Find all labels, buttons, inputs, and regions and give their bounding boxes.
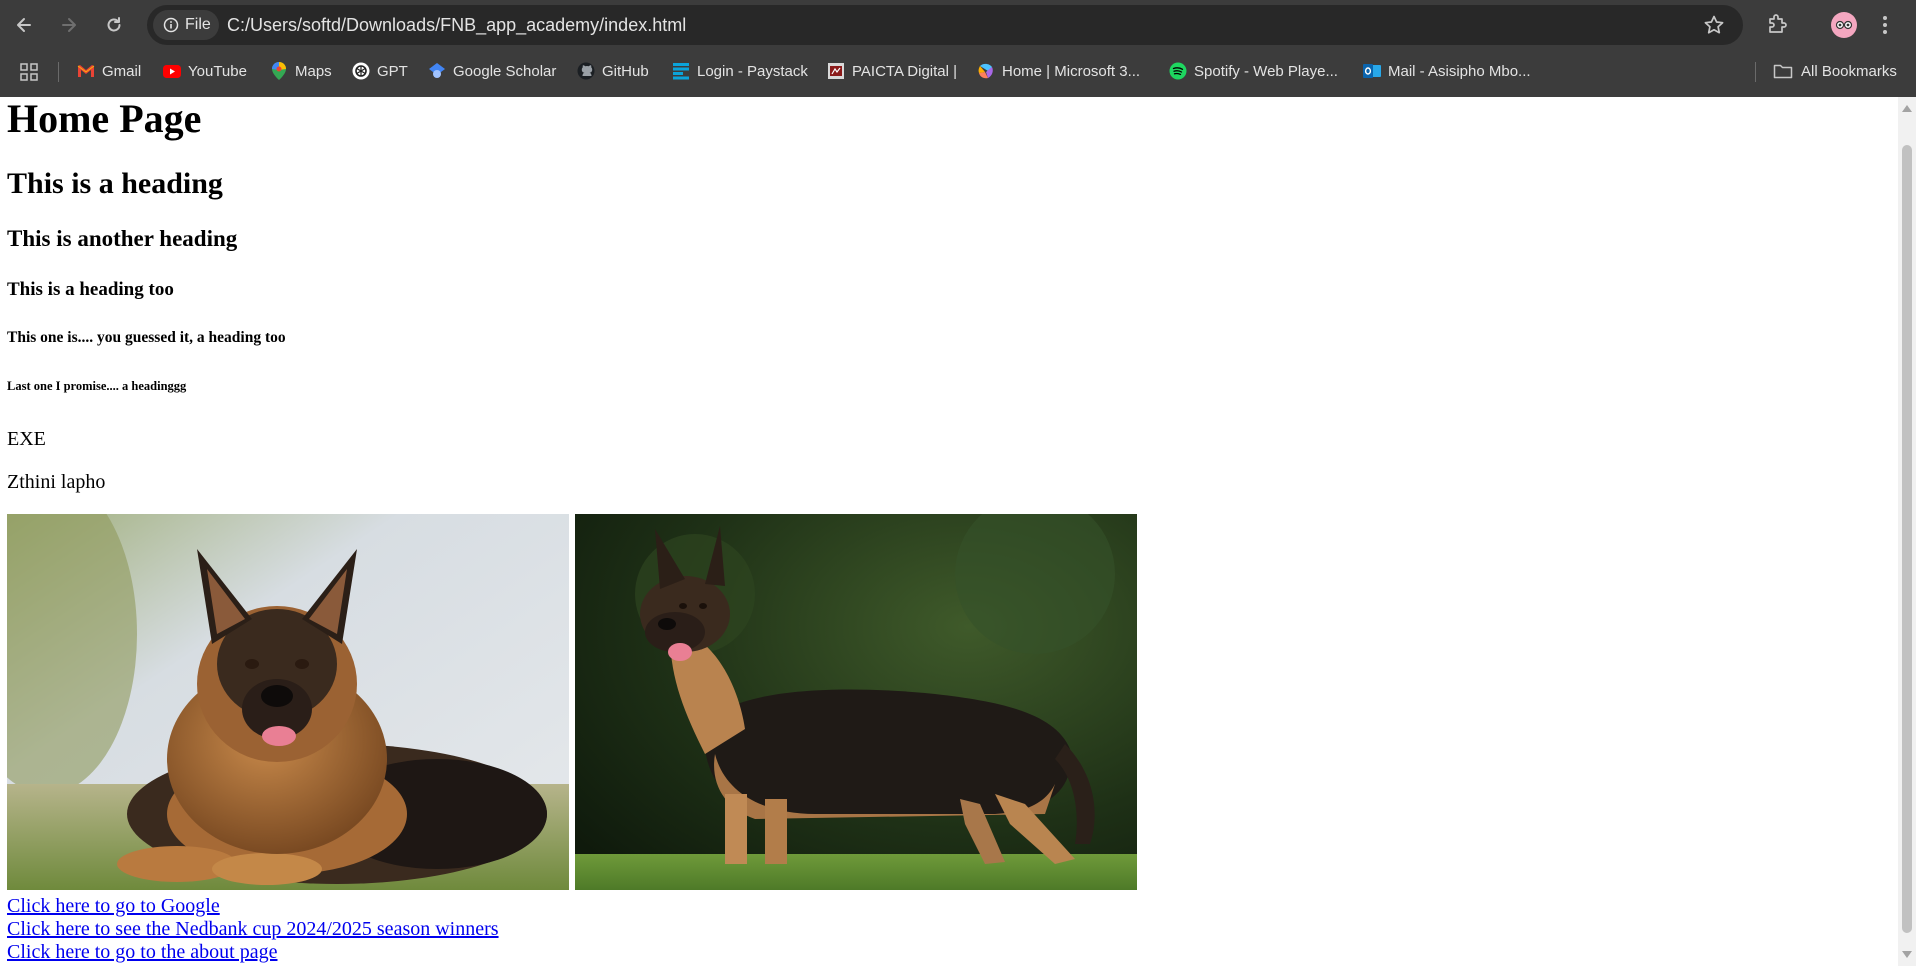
profile-avatar[interactable] bbox=[1831, 12, 1857, 38]
bookmark-label: GitHub bbox=[602, 62, 649, 80]
apps-grid-icon[interactable] bbox=[19, 62, 39, 82]
bookmark-label: Home | Microsoft 3... bbox=[1002, 62, 1141, 80]
bookmarks-bar: Gmail YouTube Maps GPT Google Scholar Gi… bbox=[0, 56, 1916, 86]
bookmark-gpt[interactable]: GPT bbox=[352, 58, 408, 84]
all-bookmarks-label: All Bookmarks bbox=[1801, 62, 1897, 80]
bookmark-label: Gmail bbox=[102, 62, 142, 80]
browser-menu-button[interactable] bbox=[1878, 12, 1892, 38]
bookmark-label: YouTube bbox=[188, 62, 247, 80]
bookmark-label: Login - Paystack bbox=[697, 62, 808, 80]
more-vertical-icon bbox=[1883, 16, 1887, 34]
site-info-chip[interactable]: File bbox=[153, 10, 219, 40]
scroll-up-arrow-icon[interactable] bbox=[1902, 105, 1912, 112]
outlook-icon bbox=[1363, 62, 1381, 80]
bookmark-paystack[interactable]: Login - Paystack bbox=[672, 58, 808, 84]
openai-icon bbox=[352, 62, 370, 80]
maps-icon bbox=[270, 62, 288, 80]
german-shepherd-standing-image bbox=[575, 514, 1137, 890]
bookmark-label: PAICTA Digital | bbox=[852, 62, 958, 80]
gmail-icon bbox=[77, 62, 95, 80]
star-icon bbox=[1704, 15, 1724, 34]
extensions-button[interactable] bbox=[1765, 11, 1793, 39]
bookmark-outlook-mail[interactable]: Mail - Asisipho Mbo... bbox=[1363, 58, 1531, 84]
page-title: Home Page bbox=[7, 96, 202, 141]
youtube-icon bbox=[163, 62, 181, 80]
heading-5: This one is.... you guessed it, a headin… bbox=[7, 329, 286, 346]
back-button[interactable] bbox=[10, 11, 38, 39]
bookmark-gmail[interactable]: Gmail bbox=[77, 58, 141, 84]
puzzle-icon bbox=[1769, 14, 1787, 33]
bookmark-label: Spotify - Web Playe... bbox=[1194, 62, 1338, 80]
bookmark-star-button[interactable] bbox=[1703, 14, 1725, 36]
scroll-thumb[interactable] bbox=[1902, 145, 1912, 933]
info-icon bbox=[163, 17, 179, 33]
heading-4: This is a heading too bbox=[7, 279, 174, 300]
bookmark-maps[interactable]: Maps bbox=[270, 58, 332, 84]
link-nedbank-cup-winners[interactable]: Click here to see the Nedbank cup 2024/2… bbox=[7, 918, 499, 941]
paicta-icon bbox=[827, 62, 845, 80]
link-google[interactable]: Click here to go to Google bbox=[7, 895, 220, 918]
bookmark-label: Mail - Asisipho Mbo... bbox=[1388, 62, 1531, 80]
bookmark-github[interactable]: GitHub bbox=[577, 58, 649, 84]
page-viewport: Home Page This is a heading This is anot… bbox=[0, 97, 1898, 966]
reload-button[interactable] bbox=[100, 11, 128, 39]
bookmarks-divider bbox=[58, 62, 59, 82]
bookmarks-divider bbox=[1755, 62, 1756, 82]
heading-3: This is another heading bbox=[7, 226, 238, 251]
heading-6: Last one I promise.... a headinggg bbox=[7, 379, 187, 393]
browser-chrome: File C:/Users/softd/Downloads/FNB_app_ac… bbox=[0, 0, 1916, 97]
github-icon bbox=[577, 62, 595, 80]
microsoft365-icon bbox=[977, 62, 995, 80]
heading-2: This is a heading bbox=[7, 167, 223, 200]
bookmark-google-scholar[interactable]: Google Scholar bbox=[428, 58, 556, 84]
bookmark-label: Google Scholar bbox=[453, 62, 557, 80]
bookmark-label: GPT bbox=[377, 62, 408, 80]
address-bar[interactable]: File C:/Users/softd/Downloads/FNB_app_ac… bbox=[147, 5, 1743, 45]
paragraph-zthini: Zthini lapho bbox=[7, 471, 106, 493]
scholar-icon bbox=[428, 62, 446, 80]
link-about-page[interactable]: Click here to go to the about page bbox=[7, 941, 277, 964]
forward-button[interactable] bbox=[55, 11, 83, 39]
arrow-right-icon bbox=[62, 18, 76, 32]
bookmark-spotify[interactable]: Spotify - Web Playe... bbox=[1169, 58, 1338, 84]
folder-icon bbox=[1773, 64, 1793, 79]
spotify-icon bbox=[1169, 62, 1187, 80]
browser-toolbar: File C:/Users/softd/Downloads/FNB_app_ac… bbox=[0, 0, 1916, 50]
reload-icon bbox=[107, 17, 121, 32]
paragraph-exe: EXE bbox=[7, 428, 46, 450]
arrow-left-icon bbox=[17, 18, 31, 32]
bookmark-youtube[interactable]: YouTube bbox=[163, 58, 247, 84]
german-shepherd-lying-image bbox=[7, 514, 569, 890]
all-bookmarks-button[interactable]: All Bookmarks bbox=[1773, 58, 1897, 84]
url-text[interactable]: C:/Users/softd/Downloads/FNB_app_academy… bbox=[227, 15, 686, 36]
bookmark-label: Maps bbox=[295, 62, 332, 80]
bookmark-paicta[interactable]: PAICTA Digital | bbox=[827, 58, 957, 84]
bookmark-microsoft365[interactable]: Home | Microsoft 3... bbox=[977, 58, 1140, 84]
page-scrollbar[interactable] bbox=[1898, 97, 1916, 966]
avatar-icon bbox=[1835, 20, 1853, 30]
paystack-icon bbox=[672, 62, 690, 80]
scroll-down-arrow-icon[interactable] bbox=[1902, 951, 1912, 958]
site-chip-label: File bbox=[185, 16, 211, 33]
